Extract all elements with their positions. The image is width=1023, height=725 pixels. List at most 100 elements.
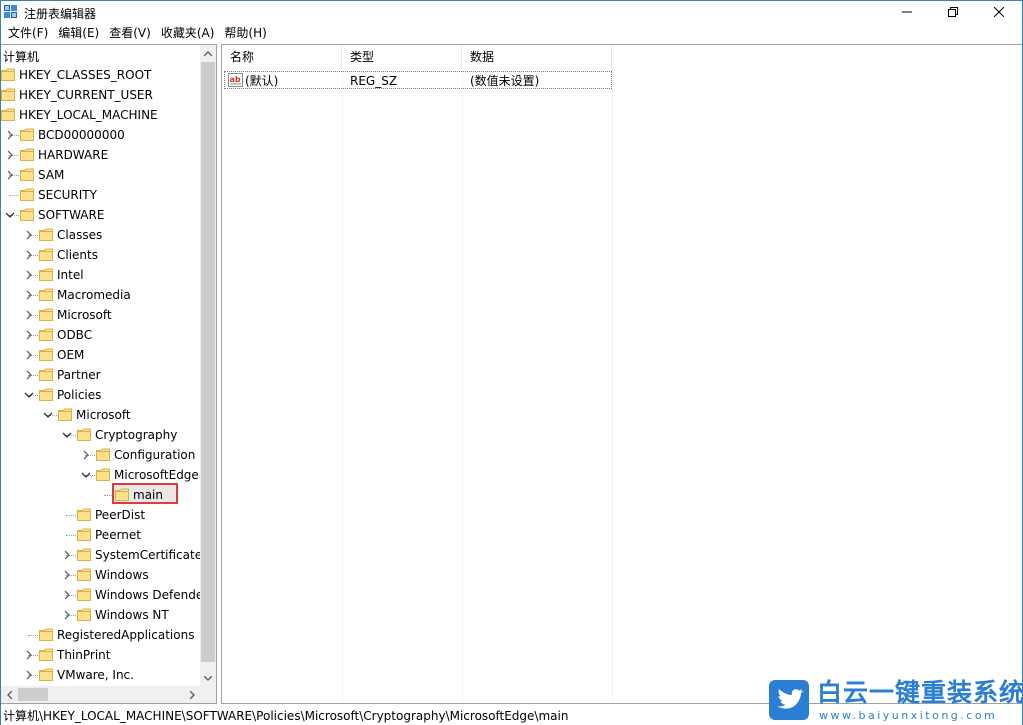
- chevron-down-icon[interactable]: [24, 390, 34, 400]
- chevron-right-icon[interactable]: [24, 250, 34, 260]
- chevron-right-icon[interactable]: [24, 670, 34, 680]
- chevron-right-icon[interactable]: [5, 170, 15, 180]
- tree-item[interactable]: ThinPrint: [1, 645, 200, 665]
- close-button[interactable]: [976, 1, 1022, 23]
- scroll-thumb[interactable]: [201, 62, 215, 662]
- tree-item[interactable]: SECURITY: [1, 185, 200, 205]
- tree-item[interactable]: SOFTWARE: [1, 205, 200, 225]
- tree-item[interactable]: ODBC: [1, 325, 200, 345]
- tree-horizontal-scrollbar[interactable]: [1, 686, 200, 703]
- tree-item[interactable]: Windows Defender: [1, 585, 200, 605]
- tree-item[interactable]: Classes: [1, 225, 200, 245]
- chevron-right-icon[interactable]: [24, 370, 34, 380]
- tree-item[interactable]: RegisteredApplications: [1, 625, 200, 645]
- table-row[interactable]: ab (默认) REG_SZ (数值未设置): [224, 71, 612, 89]
- folder-icon: [39, 628, 53, 641]
- chevron-right-icon[interactable]: [62, 570, 72, 580]
- tree-item[interactable]: Windows NT: [1, 605, 200, 625]
- horizontal-scroll-thumb[interactable]: [18, 688, 48, 701]
- value-name: (默认): [245, 74, 279, 88]
- tree-item[interactable]: main: [1, 483, 200, 505]
- tree-item[interactable]: Configuration: [1, 445, 200, 465]
- tree-item[interactable]: Microsoft: [1, 405, 200, 425]
- tree-item-label: Intel: [57, 268, 84, 282]
- chevron-right-icon[interactable]: [24, 270, 34, 280]
- menu-favorites[interactable]: 收藏夹(A): [156, 23, 220, 43]
- chevron-right-icon[interactable]: [24, 650, 34, 660]
- column-header-name[interactable]: 名称: [222, 45, 342, 69]
- tree-item[interactable]: OEM: [1, 345, 200, 365]
- tree-item[interactable]: Intel: [1, 265, 200, 285]
- title-bar: 注册表编辑器: [1, 1, 1022, 23]
- folder-icon: [39, 368, 53, 381]
- tree-item[interactable]: Microsoft: [1, 305, 200, 325]
- tree-item[interactable]: HKEY_CLASSES_ROOT: [1, 65, 200, 85]
- chevron-down-icon[interactable]: [5, 210, 15, 220]
- key-tree: 计算机 HKEY_CLASSES_ROOT HKEY_CURRENT_USER HK…: [1, 45, 200, 686]
- chevron-right-icon[interactable]: [5, 150, 15, 160]
- tree-item[interactable]: Partner: [1, 365, 200, 385]
- tree-item[interactable]: MicrosoftEdge: [1, 465, 200, 485]
- tree-item-label: SOFTWARE: [38, 208, 105, 222]
- chevron-up-icon: [204, 50, 212, 56]
- key-tree-pane[interactable]: 计算机 HKEY_CLASSES_ROOT HKEY_CURRENT_USER HK…: [1, 44, 217, 704]
- chevron-right-icon[interactable]: [24, 350, 34, 360]
- folder-icon: [20, 128, 34, 141]
- chevron-right-icon[interactable]: [24, 230, 34, 240]
- chevron-down-icon[interactable]: [43, 410, 53, 420]
- tree-item[interactable]: PeerDist: [1, 505, 200, 525]
- chevron-right-icon[interactable]: [62, 610, 72, 620]
- minimize-button[interactable]: [884, 1, 930, 23]
- column-header-type[interactable]: 类型: [342, 45, 462, 69]
- chevron-down-icon: [204, 675, 212, 681]
- tree-item[interactable]: Windows: [1, 565, 200, 585]
- column-header-data[interactable]: 数据: [462, 45, 612, 69]
- folder-icon: [20, 208, 34, 221]
- chevron-down-icon[interactable]: [81, 470, 91, 480]
- tree-item[interactable]: Clients: [1, 245, 200, 265]
- scroll-down-button[interactable]: [200, 670, 216, 686]
- scroll-left-button[interactable]: [1, 686, 17, 703]
- column-divider: [462, 69, 463, 703]
- tree-item-label: Peernet: [95, 528, 141, 542]
- tree-vertical-scrollbar[interactable]: [200, 45, 216, 686]
- string-value-icon: ab: [228, 73, 243, 87]
- tree-item[interactable]: HARDWARE: [1, 145, 200, 165]
- tree-item[interactable]: HKEY_CURRENT_USER: [1, 85, 200, 105]
- tree-item[interactable]: VMware, Inc.: [1, 665, 200, 685]
- tree-connector-line: [28, 635, 38, 636]
- chevron-right-icon[interactable]: [24, 310, 34, 320]
- folder-icon: [58, 408, 72, 421]
- folder-icon: [77, 568, 91, 581]
- tree-item[interactable]: Cryptography: [1, 425, 200, 445]
- tree-item[interactable]: BCD00000000: [1, 125, 200, 145]
- tree-item[interactable]: Peernet: [1, 525, 200, 545]
- scroll-right-button[interactable]: [184, 686, 200, 703]
- values-list-pane[interactable]: 名称 类型 数据 ab (默认) REG_SZ (数值未设置): [221, 44, 1022, 704]
- tree-item[interactable]: SAM: [1, 165, 200, 185]
- tree-item[interactable]: HKEY_LOCAL_MACHINE: [1, 105, 200, 125]
- folder-icon: [1, 68, 15, 81]
- menu-help[interactable]: 帮助(H): [219, 23, 271, 43]
- restore-button[interactable]: [930, 1, 976, 23]
- tree-item-computer[interactable]: 计算机: [1, 45, 200, 65]
- tree-item-label: BCD00000000: [38, 128, 125, 142]
- chevron-right-icon[interactable]: [62, 590, 72, 600]
- tree-item-label: SECURITY: [38, 188, 97, 202]
- menu-view[interactable]: 查看(V): [104, 23, 156, 43]
- tree-item[interactable]: Macromedia: [1, 285, 200, 305]
- tree-item[interactable]: Policies: [1, 385, 200, 405]
- tree-item-label: Microsoft: [57, 308, 112, 322]
- chevron-right-icon[interactable]: [62, 550, 72, 560]
- menu-file[interactable]: 文件(F): [3, 23, 53, 43]
- folder-icon: [96, 448, 110, 461]
- tree-item-label: SAM: [38, 168, 65, 182]
- menu-edit[interactable]: 编辑(E): [53, 23, 104, 43]
- chevron-right-icon[interactable]: [24, 290, 34, 300]
- chevron-right-icon[interactable]: [81, 450, 91, 460]
- tree-item[interactable]: SystemCertificates: [1, 545, 200, 565]
- chevron-down-icon[interactable]: [62, 430, 72, 440]
- chevron-right-icon[interactable]: [24, 330, 34, 340]
- scroll-up-button[interactable]: [200, 45, 216, 61]
- chevron-right-icon[interactable]: [5, 130, 15, 140]
